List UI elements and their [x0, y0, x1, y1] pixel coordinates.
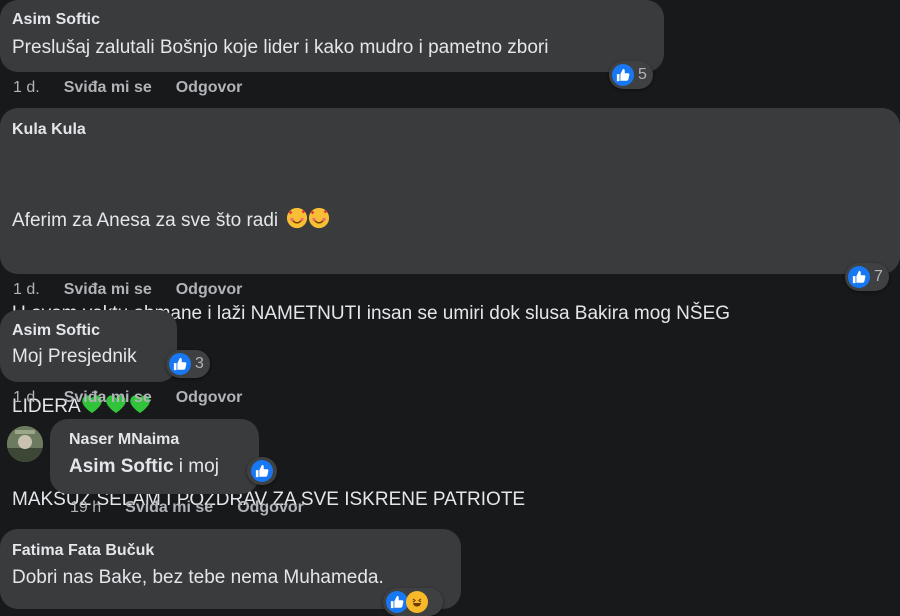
comment-time[interactable]: 1 d.: [13, 389, 40, 407]
reply-button[interactable]: Odgovor: [237, 499, 304, 517]
mention-link[interactable]: Asim Softic: [69, 456, 174, 477]
reaction-summary[interactable]: [383, 588, 443, 616]
like-icon: [169, 353, 191, 375]
reaction-count: 5: [638, 66, 647, 83]
comment-time[interactable]: 19 h: [70, 499, 101, 517]
comment-actions: 1 d. Sviđa mi se Odgovor: [13, 79, 242, 97]
reply-button[interactable]: Odgovor: [176, 281, 243, 299]
smiling-face-with-hearts-icon: [287, 207, 308, 229]
comment-actions: 1 d. Sviđa mi se Odgovor: [13, 281, 242, 299]
reaction-summary[interactable]: 3: [166, 350, 210, 378]
comment-bubble: Asim Softic Moj Presjednik: [0, 310, 177, 382]
reply-button[interactable]: Odgovor: [176, 389, 243, 407]
reaction-summary[interactable]: [247, 457, 277, 485]
reaction-summary[interactable]: 5: [609, 61, 653, 89]
like-button[interactable]: Sviđa mi se: [64, 79, 152, 97]
reaction-summary[interactable]: 7: [845, 263, 889, 291]
comment-bubble: Asim Softic Preslušaj zalutali Bošnjo ko…: [0, 0, 664, 72]
comment-author[interactable]: Naser MNaima: [69, 431, 247, 449]
reply-text: i moj: [173, 456, 219, 477]
comment-author[interactable]: Fatima Fata Bučuk: [12, 542, 449, 560]
comment-time[interactable]: 1 d.: [13, 79, 40, 97]
comment-text: Preslušaj zalutali Bošnjo koje lider i k…: [12, 37, 549, 58]
like-icon: [251, 460, 273, 482]
like-icon: [848, 266, 870, 288]
reaction-count: 7: [874, 268, 883, 285]
comment-line-1: Aferim za Anesa za sve što radi: [12, 210, 279, 231]
like-button[interactable]: Sviđa mi se: [125, 499, 213, 517]
like-icon: [612, 64, 634, 86]
like-icon: [386, 591, 408, 613]
reply-button[interactable]: Odgovor: [176, 79, 243, 97]
reply-bubble: Naser MNaima Asim Softic i moj: [50, 419, 259, 494]
like-button[interactable]: Sviđa mi se: [64, 389, 152, 407]
comment-author[interactable]: Kula Kula: [12, 121, 888, 139]
comment-text: Dobri nas Bake, bez tebe nema Muhameda.: [12, 567, 384, 588]
comment-text: Moj Presjednik: [12, 346, 137, 367]
reaction-count: 3: [195, 355, 204, 372]
comment-actions: 1 d. Sviđa mi se Odgovor: [13, 389, 242, 407]
comment-time[interactable]: 1 d.: [13, 281, 40, 299]
comment-author[interactable]: Asim Softic: [12, 322, 165, 340]
smiling-face-with-hearts-icon: [309, 207, 330, 229]
haha-icon: [406, 591, 428, 613]
comment-author[interactable]: Asim Softic: [12, 11, 652, 29]
avatar[interactable]: [7, 426, 43, 462]
comment-actions: 19 h Sviđa mi se Odgovor: [70, 499, 304, 517]
comment-text: Asim Softic i moj: [69, 453, 247, 481]
like-button[interactable]: Sviđa mi se: [64, 281, 152, 299]
comment-bubble: Kula Kula Aferim za Anesa za sve što rad…: [0, 108, 900, 510]
